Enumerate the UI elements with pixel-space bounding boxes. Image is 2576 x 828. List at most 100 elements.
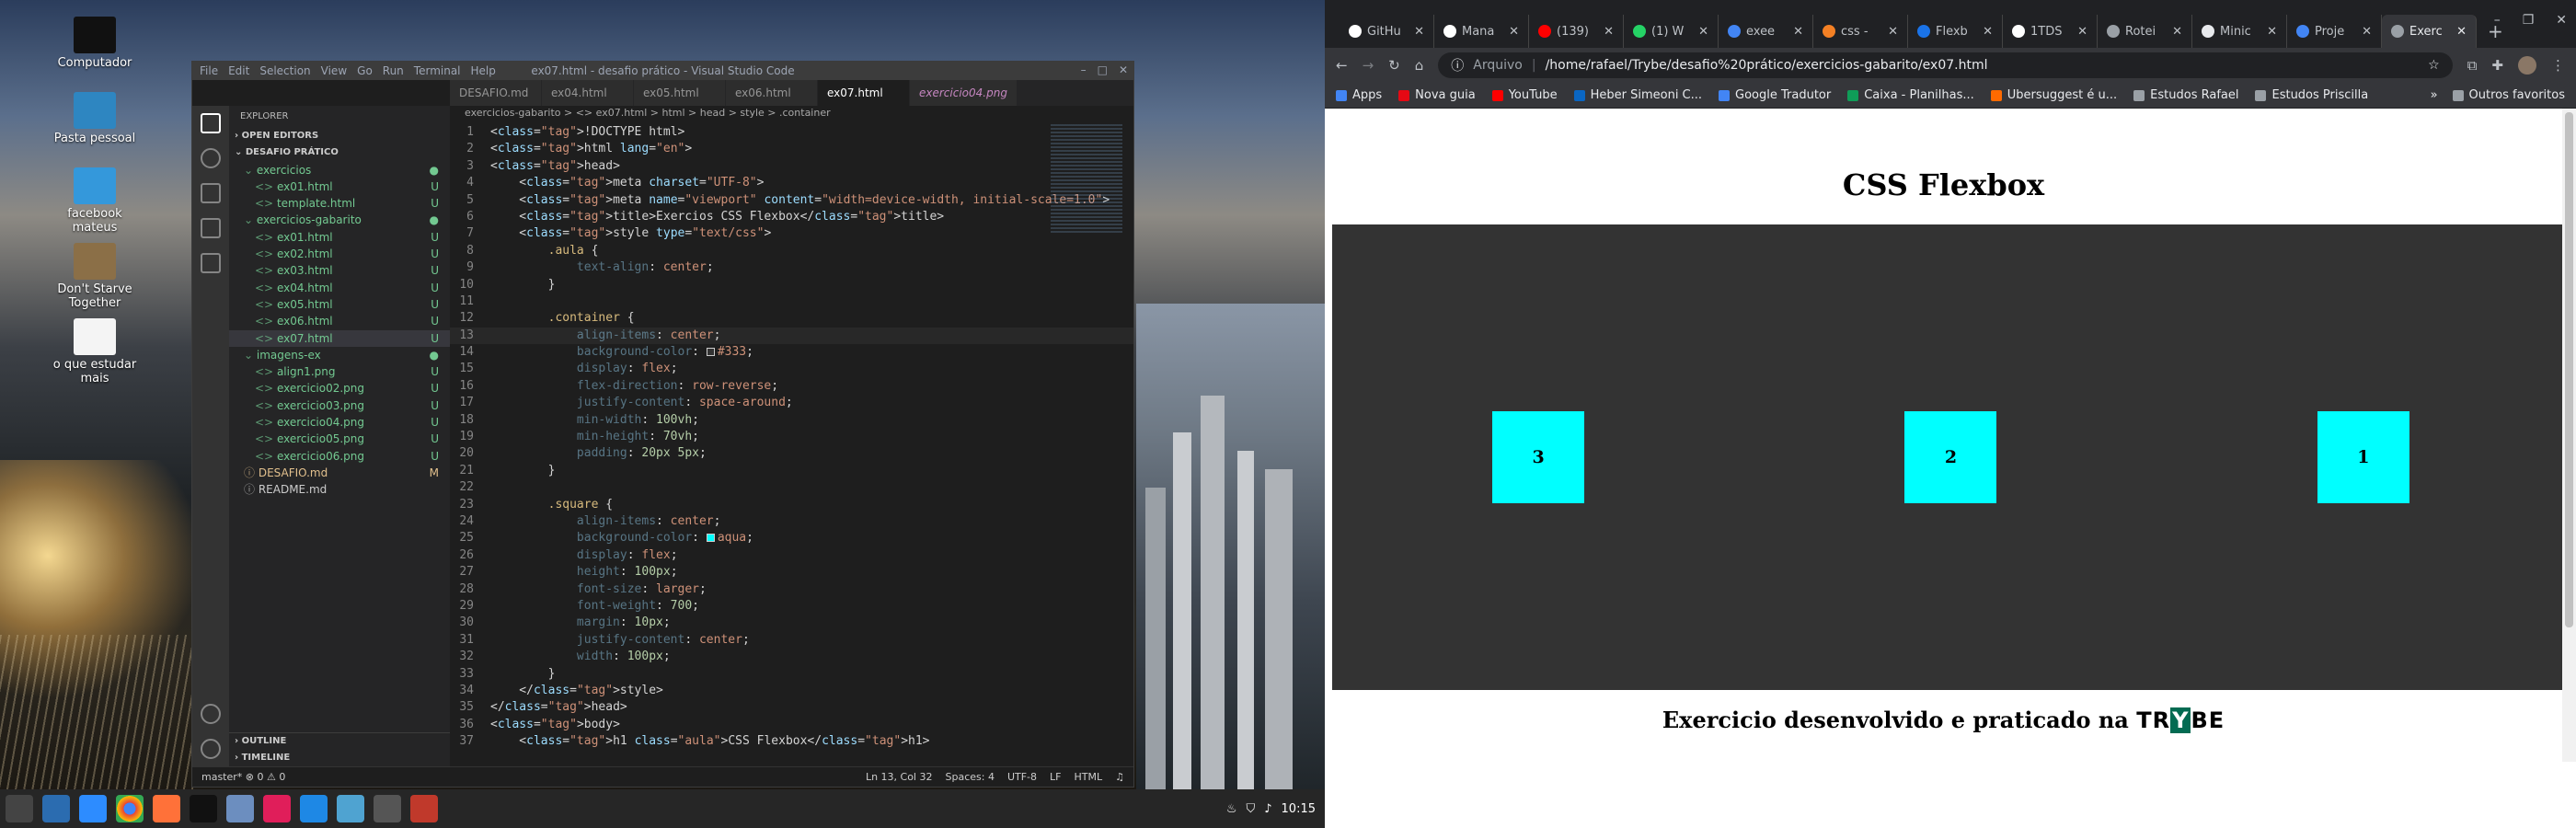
- status-item[interactable]: HTML: [1075, 771, 1103, 783]
- restore-icon[interactable]: ❐: [2523, 13, 2535, 28]
- code-line[interactable]: 7 <class="tag">style type="text/css">: [450, 225, 1133, 242]
- monitor-app-icon[interactable]: [337, 795, 364, 822]
- code-line[interactable]: 29 font-weight: 700;: [450, 598, 1133, 615]
- code-line[interactable]: 19 min-height: 70vh;: [450, 429, 1133, 445]
- slack-icon[interactable]: [263, 795, 291, 822]
- shield-icon[interactable]: ⛉: [1246, 802, 1255, 816]
- clock[interactable]: 10:15: [1282, 802, 1316, 816]
- timeline-section[interactable]: › TIMELINE: [229, 750, 450, 766]
- tab-close-icon[interactable]: ✕: [2453, 25, 2467, 39]
- menu-item-selection[interactable]: Selection: [259, 64, 310, 77]
- code-line[interactable]: 21 }: [450, 463, 1133, 479]
- tree-file[interactable]: <> align1.png U: [229, 363, 450, 380]
- browser-tab[interactable]: (139) ✕: [1529, 15, 1624, 48]
- tree-file[interactable]: <> ex02.html U: [229, 246, 450, 262]
- menu-item-view[interactable]: View: [321, 64, 347, 77]
- breadcrumb[interactable]: exercicios-gabarito > <> ex07.html > htm…: [450, 106, 1133, 121]
- back-icon[interactable]: ←: [1336, 57, 1348, 74]
- maximize-icon[interactable]: □: [1098, 63, 1108, 76]
- browser-tab[interactable]: 1TDS ✕: [2003, 15, 2098, 48]
- browser-tab[interactable]: (1) W ✕: [1624, 15, 1719, 48]
- browser-tab[interactable]: Proje ✕: [2287, 15, 2382, 48]
- code-line[interactable]: 8 .aula {: [450, 243, 1133, 259]
- code-line[interactable]: 18 min-width: 100vh;: [450, 412, 1133, 429]
- other-bookmarks[interactable]: » Outros favoritos: [2431, 88, 2565, 102]
- browser-tab[interactable]: Flexb ✕: [1908, 15, 2003, 48]
- minimize-icon[interactable]: –: [1081, 63, 1087, 76]
- close-icon[interactable]: ✕: [2556, 13, 2567, 28]
- code-line[interactable]: 10 }: [450, 277, 1133, 293]
- tab-close-icon[interactable]: ✕: [2263, 25, 2277, 39]
- code-line[interactable]: 27 height: 100px;: [450, 564, 1133, 581]
- bookmark-item[interactable]: Estudos Rafael: [2133, 88, 2238, 102]
- code-line[interactable]: 22: [450, 479, 1133, 496]
- account-icon[interactable]: [201, 704, 221, 724]
- code-line[interactable]: 34 </class="tag">style>: [450, 683, 1133, 699]
- code-line[interactable]: 9 text-align: center;: [450, 259, 1133, 276]
- code-line[interactable]: 12 .container {: [450, 310, 1133, 327]
- tree-file[interactable]: <> ex05.html U: [229, 296, 450, 313]
- code-line[interactable]: 31 justify-content: center;: [450, 632, 1133, 649]
- tree-file[interactable]: <> exercicio05.png U: [229, 431, 450, 447]
- kdenlive-icon[interactable]: [410, 795, 438, 822]
- tree-file[interactable]: ⓘ DESAFIO.md M: [229, 465, 450, 481]
- code-line[interactable]: 13 align-items: center;: [450, 327, 1133, 345]
- code-line[interactable]: 4 <class="tag">meta charset="UTF-8">: [450, 175, 1133, 191]
- menu-item-terminal[interactable]: Terminal: [414, 64, 461, 77]
- extensions-icon[interactable]: [201, 253, 221, 273]
- code-line[interactable]: 17 justify-content: space-around;: [450, 395, 1133, 411]
- branch-status[interactable]: master* ⊗ 0 ⚠ 0: [201, 771, 285, 783]
- tab-close-icon[interactable]: ✕: [1789, 25, 1803, 39]
- run-debug-icon[interactable]: [201, 218, 221, 238]
- chevron-right-icon[interactable]: »: [2431, 88, 2438, 102]
- bookmark-item[interactable]: Nova guia: [1398, 88, 1476, 102]
- browser-tab[interactable]: GitHu ✕: [1340, 15, 1434, 48]
- tab-close-icon[interactable]: ✕: [2074, 25, 2087, 39]
- bookmark-item[interactable]: Caixa - Planilhas...: [1847, 88, 1974, 102]
- code-line[interactable]: 30 margin: 10px;: [450, 615, 1133, 631]
- menu-item-help[interactable]: Help: [471, 64, 496, 77]
- bell-icon[interactable]: ♫: [1115, 771, 1124, 783]
- tree-file[interactable]: <> exercicio04.png U: [229, 414, 450, 431]
- chrome-icon[interactable]: [116, 795, 144, 822]
- code-line[interactable]: 24 align-items: center;: [450, 513, 1133, 530]
- tree-file[interactable]: <> ex01.html U: [229, 229, 450, 246]
- code-line[interactable]: 32 width: 100px;: [450, 649, 1133, 665]
- minimize-icon[interactable]: –: [2494, 13, 2501, 28]
- info-icon[interactable]: ⓘ: [1451, 56, 1464, 75]
- editor-tab[interactable]: ex06.html: [726, 80, 818, 106]
- open-editors-section[interactable]: › OPEN EDITORS: [229, 128, 450, 144]
- zoom-icon[interactable]: [79, 795, 107, 822]
- code-line[interactable]: 36 <class="tag">body>: [450, 717, 1133, 733]
- code-line[interactable]: 15 display: flex;: [450, 361, 1133, 377]
- address-url[interactable]: /home/rafael/Trybe/desafio%20prático/exe…: [1546, 58, 1988, 73]
- reload-icon[interactable]: ↻: [1388, 57, 1400, 74]
- volume-icon[interactable]: ♪: [1264, 802, 1271, 816]
- terminal-icon[interactable]: [190, 795, 217, 822]
- address-bar[interactable]: ⓘ Arquivo | /home/rafael/Trybe/desafio%2…: [1438, 52, 2453, 78]
- minimap[interactable]: [1051, 124, 1122, 235]
- code-line[interactable]: 33 }: [450, 666, 1133, 683]
- code-line[interactable]: 26 display: flex;: [450, 547, 1133, 564]
- bookmark-item[interactable]: YouTube: [1491, 88, 1558, 102]
- editor-tab[interactable]: DESAFIO.md: [450, 80, 542, 106]
- vscode-icon[interactable]: [300, 795, 328, 822]
- code-editor[interactable]: 1 <class="tag">!DOCTYPE html> 2 <class="tag…: [450, 124, 1133, 766]
- editor-tab[interactable]: ex07.html: [818, 80, 910, 106]
- code-line[interactable]: 2 <class="tag">html lang="en">: [450, 141, 1133, 157]
- menu-kebab-icon[interactable]: ⋮: [2551, 57, 2565, 74]
- code-line[interactable]: 3 <class="tag">head>: [450, 158, 1133, 175]
- bookmark-item[interactable]: Heber Simeoni C...: [1573, 88, 1702, 102]
- menu-item-go[interactable]: Go: [357, 64, 373, 77]
- browser-tab[interactable]: Rotei ✕: [2098, 15, 2192, 48]
- menu-item-run[interactable]: Run: [383, 64, 404, 77]
- editor-tab[interactable]: exercicio04.png: [910, 80, 1018, 106]
- search-icon[interactable]: [201, 148, 221, 168]
- bookmark-item[interactable]: Google Tradutor: [1719, 88, 1831, 102]
- code-line[interactable]: 23 .square {: [450, 497, 1133, 513]
- code-line[interactable]: 11: [450, 293, 1133, 310]
- bookmark-item[interactable]: Estudos Priscilla: [2255, 88, 2368, 102]
- files-icon[interactable]: [42, 795, 70, 822]
- close-icon[interactable]: ✕: [1119, 63, 1128, 76]
- desktop-icon[interactable]: Pasta pessoal: [44, 92, 145, 145]
